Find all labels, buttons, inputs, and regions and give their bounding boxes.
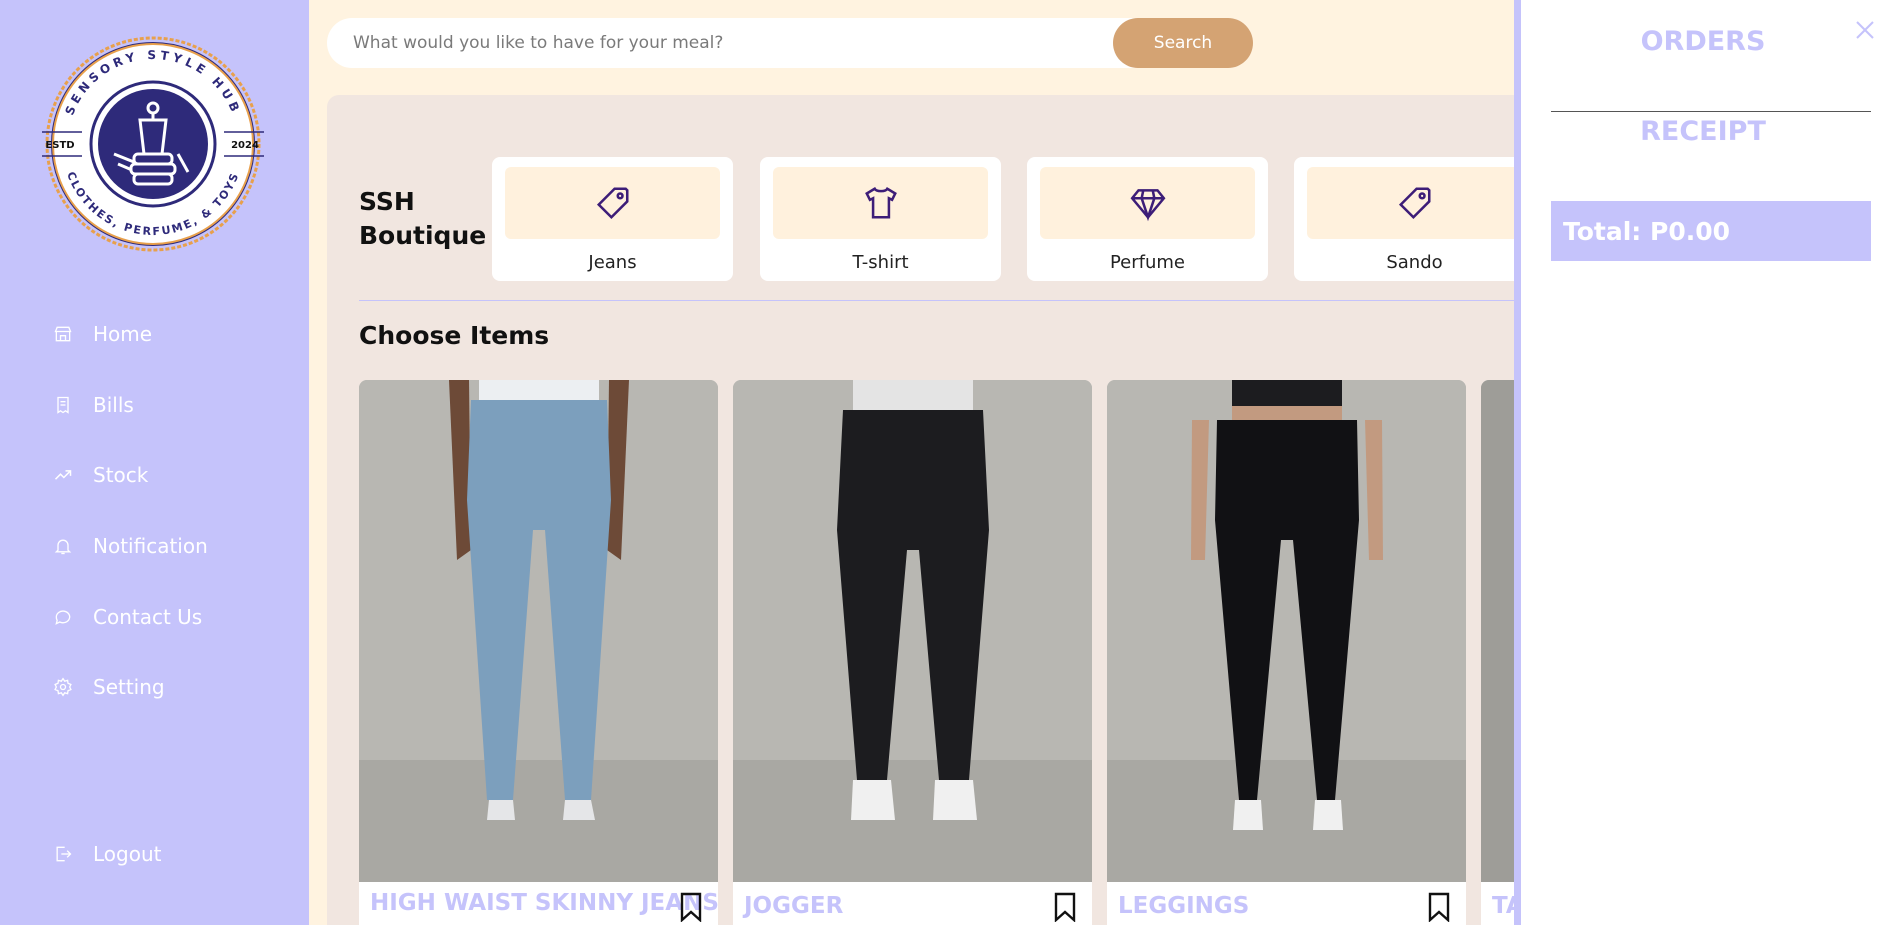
divider — [1551, 111, 1871, 112]
receipt-icon — [52, 394, 74, 416]
sidebar-item-label: Setting — [93, 675, 165, 699]
sidebar-item-stock[interactable]: Stock — [52, 455, 148, 495]
sidebar-item-label: Stock — [93, 463, 149, 487]
choose-items-title: Choose Items — [359, 321, 550, 350]
bookmark-icon[interactable] — [680, 892, 702, 923]
boutique-title: SSH Boutique — [359, 187, 487, 250]
main-panel: SSH Boutique Jeans T-shirt Perfume Sando… — [327, 95, 1840, 925]
logout-icon — [52, 843, 74, 865]
logout-label: Logout — [93, 842, 162, 866]
product-card[interactable]: LEGGINGS — [1107, 380, 1466, 925]
orders-title: ORDERS — [1640, 26, 1766, 57]
category-perfume[interactable]: Perfume — [1027, 157, 1268, 281]
product-image — [359, 380, 718, 882]
category-tshirt[interactable]: T-shirt — [760, 157, 1001, 281]
sidebar-item-contact-us[interactable]: Contact Us — [52, 597, 202, 637]
sidebar-item-home[interactable]: Home — [52, 314, 152, 354]
product-name: LEGGINGS — [1118, 893, 1250, 919]
tag-icon — [505, 167, 720, 239]
product-name: JOGGER — [744, 893, 844, 919]
divider — [359, 300, 1559, 301]
logo-year: 2024 — [231, 140, 259, 151]
diamond-icon — [1040, 167, 1255, 239]
category-label: Perfume — [1109, 252, 1186, 273]
product-image — [1107, 380, 1466, 882]
product-image — [733, 380, 1092, 882]
category-sando[interactable]: Sando — [1294, 157, 1535, 281]
sidebar: SENSORY STYLE HUB CLOTHES, PERFUME, & TO… — [0, 0, 309, 925]
category-label: Sando — [1386, 252, 1443, 273]
receipt-title: RECEIPT — [1640, 116, 1766, 147]
logo-estd: ESTD — [45, 140, 74, 151]
brand-logo: SENSORY STYLE HUB CLOTHES, PERFUME, & TO… — [38, 36, 268, 252]
sidebar-item-label: Home — [93, 322, 153, 346]
gear-icon — [52, 676, 74, 698]
category-label: T-shirt — [852, 252, 909, 273]
orders-panel: ORDERS RECEIPT Total: P0.00 — [1514, 0, 1885, 925]
product-card[interactable]: HIGH WAIST SKINNY JEANS — [359, 380, 718, 925]
bookmark-icon[interactable] — [1054, 892, 1076, 923]
product-name: HIGH WAIST SKINNY JEANS — [370, 890, 718, 916]
close-icon[interactable] — [1853, 18, 1877, 42]
sidebar-item-setting[interactable]: Setting — [52, 667, 165, 707]
search-button[interactable]: Search — [1113, 18, 1253, 68]
chat-icon — [52, 606, 74, 628]
tag-icon — [1307, 167, 1522, 239]
bookmark-icon[interactable] — [1428, 892, 1450, 923]
tshirt-icon — [773, 167, 988, 239]
sidebar-item-label: Bills — [93, 393, 134, 417]
category-jeans[interactable]: Jeans — [492, 157, 733, 281]
sidebar-item-label: Contact Us — [93, 605, 203, 629]
total-amount: Total: P0.00 — [1551, 201, 1871, 261]
category-label: Jeans — [588, 252, 637, 273]
logout-button[interactable]: Logout — [52, 834, 161, 874]
store-icon — [52, 323, 74, 345]
sidebar-item-bills[interactable]: Bills — [52, 385, 134, 425]
trend-icon — [52, 464, 74, 486]
search-bar: Search — [327, 18, 1253, 68]
bell-icon — [52, 535, 74, 557]
sidebar-item-notification[interactable]: Notification — [52, 526, 208, 566]
product-card[interactable]: JOGGER — [733, 380, 1092, 925]
search-input[interactable] — [327, 18, 1107, 68]
sidebar-item-label: Notification — [93, 534, 208, 558]
